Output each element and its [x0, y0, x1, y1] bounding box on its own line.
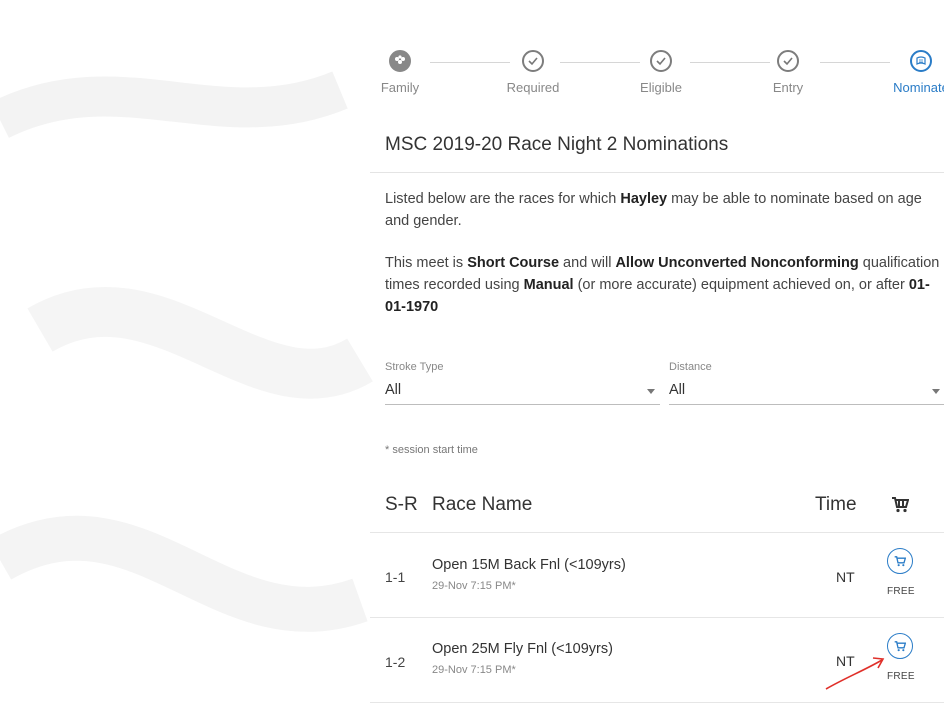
divider — [370, 617, 944, 618]
step-nominate[interactable]: Nominate — [876, 50, 944, 95]
add-to-cart-button[interactable] — [887, 633, 913, 659]
price-label: FREE — [887, 586, 915, 597]
meet-description: This meet is Short Course and will Allow… — [385, 252, 944, 318]
text: This meet is — [385, 255, 468, 271]
course-type: Short Course — [467, 255, 560, 271]
distance-underline — [669, 404, 944, 405]
col-header-time: Time — [815, 494, 857, 515]
divider — [370, 702, 944, 703]
step-required[interactable]: Required — [488, 50, 578, 95]
race-name: Open 15M Back Fnl (<109yrs) — [432, 557, 626, 573]
stroke-type-underline — [385, 404, 660, 405]
check-icon — [650, 50, 672, 72]
text: Listed below are the races for which — [385, 191, 621, 207]
family-icon — [389, 50, 411, 72]
col-header-sr: S-R — [385, 494, 418, 515]
stroke-type-label: Stroke Type — [385, 361, 444, 373]
progress-stepper: Family Required Eligible Entry Nominate — [370, 50, 944, 110]
check-icon — [522, 50, 544, 72]
stroke-type-select[interactable]: All — [385, 382, 401, 398]
step-entry[interactable]: Entry — [743, 50, 833, 95]
page-title: MSC 2019-20 Race Night 2 Nominations — [385, 134, 729, 155]
cart-icon — [891, 497, 910, 518]
step-eligible[interactable]: Eligible — [616, 50, 706, 95]
add-to-cart-button[interactable] — [887, 548, 913, 574]
step-label: Nominate — [893, 80, 944, 95]
cart-icon — [894, 640, 906, 651]
col-header-race-name: Race Name — [432, 494, 533, 515]
step-label: Entry — [772, 80, 804, 95]
race-sr: 1-1 — [385, 569, 406, 585]
eligibility-description: Listed below are the races for which Hay… — [385, 188, 944, 232]
session-time-note: * session start time — [385, 444, 478, 456]
conformity-rule: Allow Unconverted Nonconforming — [615, 255, 859, 271]
distance-label: Distance — [669, 361, 712, 373]
step-label: Eligible — [640, 80, 682, 95]
check-icon — [777, 50, 799, 72]
session-time: 29-Nov 7:15 PM* — [432, 664, 516, 676]
flag-icon — [910, 50, 932, 72]
text: (or more accurate) equipment achieved on… — [573, 277, 909, 293]
cart-icon — [894, 555, 906, 566]
divider — [370, 172, 944, 173]
equipment-type: Manual — [523, 277, 574, 293]
divider — [370, 532, 944, 533]
distance-select[interactable]: All — [669, 382, 685, 398]
step-family[interactable]: Family — [355, 50, 445, 95]
annotation-arrow — [825, 657, 885, 690]
step-label: Required — [506, 80, 560, 95]
race-sr: 1-2 — [385, 654, 406, 670]
race-name: Open 25M Fly Fnl (<109yrs) — [432, 641, 613, 657]
chevron-down-icon[interactable] — [932, 389, 940, 394]
step-label: Family — [380, 80, 420, 95]
chevron-down-icon[interactable] — [647, 389, 655, 394]
qualifying-time: NT — [836, 569, 855, 585]
price-label: FREE — [887, 671, 915, 682]
swimmer-name: Hayley — [620, 191, 668, 207]
session-time: 29-Nov 7:15 PM* — [432, 580, 516, 592]
text: and will — [559, 255, 616, 271]
